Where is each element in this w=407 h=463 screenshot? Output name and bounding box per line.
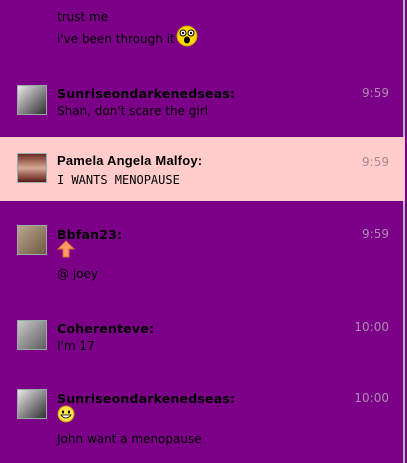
- chat-message: Sunriseondarkenedseas: 10:00 John want a…: [0, 381, 405, 463]
- sender-name[interactable]: Coherenteve:: [57, 321, 154, 336]
- grinning-smiley-icon: [57, 405, 75, 427]
- message-text: Shan, don't scare the girl: [57, 104, 208, 118]
- message-timestamp: 9:59: [362, 227, 389, 241]
- message-text-line: i've been through it: [57, 32, 175, 46]
- message-timestamp: 9:59: [362, 155, 389, 169]
- message-timestamp: 10:00: [354, 391, 389, 405]
- chat-transcript: trust me i've been through it Sunriseond…: [0, 0, 405, 463]
- message-timestamp: 9:59: [362, 86, 389, 100]
- message-text: @ joey: [57, 267, 98, 281]
- message-text: I'm 17: [57, 339, 95, 353]
- chat-message: Bbfan23: 9:59 @ joey: [0, 218, 405, 298]
- user-avatar[interactable]: [17, 320, 47, 350]
- sender-name[interactable]: Sunriseondarkenedseas:: [57, 86, 235, 101]
- message-timestamp: 10:00: [354, 320, 389, 334]
- sender-name[interactable]: Pamela Angela Malfoy:: [57, 153, 202, 168]
- chat-message: Coherenteve: 10:00 I'm 17: [0, 312, 405, 374]
- message-text: John want a menopause: [57, 432, 202, 446]
- user-avatar[interactable]: [17, 153, 47, 183]
- up-arrow-icon: [56, 240, 76, 262]
- shocked-smiley-icon: [176, 25, 198, 51]
- message-text: I WANTS MENOPAUSE: [57, 173, 180, 187]
- user-avatar[interactable]: [17, 389, 47, 419]
- chat-message: Sunriseondarkenedseas: 9:59 Shan, don't …: [0, 74, 405, 130]
- chat-message-highlighted: Pamela Angela Malfoy: 9:59 I WANTS MENOP…: [0, 137, 405, 201]
- sender-name[interactable]: Sunriseondarkenedseas:: [57, 391, 235, 406]
- message-text-line: trust me: [57, 10, 109, 24]
- user-avatar[interactable]: [17, 85, 47, 115]
- user-avatar[interactable]: [17, 225, 47, 255]
